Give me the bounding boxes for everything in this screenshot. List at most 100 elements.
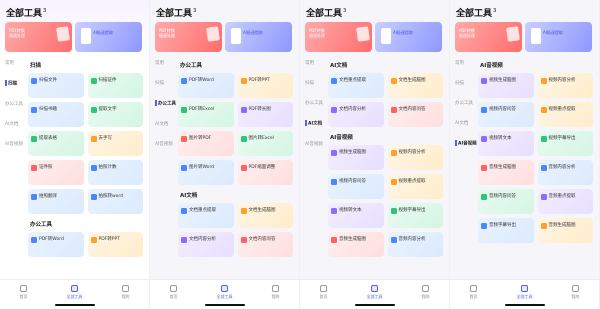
tool-card[interactable]: 音频内容分析 [387,232,443,257]
tab-0[interactable]: 首页 [20,285,28,300]
tab-2[interactable]: 我的 [422,285,430,300]
sidebar-item-2[interactable]: 办公工具 [300,100,326,106]
tool-card[interactable]: 音频内容分析 [537,160,593,185]
sidebar-item-0[interactable]: 常用 [450,60,476,66]
sidebar-item-3[interactable]: AI文档 [300,120,326,127]
tool-card[interactable]: PDF转Excel [178,102,234,127]
promo-banner-2[interactable]: AI极速提取 [525,22,592,52]
tab-0[interactable]: 首页 [170,285,178,300]
tool-card[interactable]: PDF转Word [28,232,84,257]
tab-2[interactable]: 我的 [572,285,580,300]
sidebar: 常用扫描办公工具 AI文档 AI音视频 [150,60,176,161]
tool-card[interactable]: 视频重点提取 [537,102,593,127]
sidebar-item-4[interactable]: AI音视频 [450,140,477,147]
sidebar-item-1[interactable]: 扫描 [300,80,326,86]
sidebar-item-0[interactable]: 常用 [150,60,176,66]
tool-card[interactable]: 去手写 [87,131,143,156]
tool-card[interactable]: 文档重点提取 [328,73,384,98]
tab-1[interactable]: 全部工具 [217,285,233,300]
tool-card[interactable]: 拍照翻译 [28,189,84,214]
tool-label: 文档重点提取 [189,208,216,213]
tool-card[interactable]: 扫描书籍 [28,102,84,127]
tool-card[interactable]: 视频字幕导出 [387,203,443,228]
tool-card[interactable]: 视频重点提取 [387,174,443,199]
tool-card[interactable]: 视频生成脑图 [478,73,534,98]
tool-card[interactable]: 扫描证件 [87,73,143,98]
tab-1[interactable]: 全部工具 [367,285,383,300]
promo-banner-1[interactable]: PDF转换 极速处理 [305,22,372,52]
tool-label: 音频字幕导出 [489,223,516,228]
tool-icon [90,194,97,200]
tool-card[interactable]: 文档内容问答 [387,102,443,127]
tool-card[interactable]: 视频内容问答 [478,102,534,127]
sidebar-item-3[interactable]: AI文档 [0,121,26,127]
tool-card[interactable]: 文档内容分析 [328,102,384,127]
tab-1[interactable]: 全部工具 [517,285,533,300]
promo-banner-2[interactable]: AI极速提取 [225,22,292,52]
tool-icon [240,237,247,243]
sidebar-item-2[interactable]: 办公工具 [150,100,176,107]
tool-card[interactable]: PDF缩面调整 [237,160,293,185]
tool-card[interactable]: 视频内容问答 [328,174,384,199]
tool-card[interactable]: 图片转Word [178,160,234,185]
tool-card[interactable]: 音频字幕导出 [478,218,534,243]
tool-icon [540,165,547,171]
tool-card[interactable]: PDF转Word [178,73,234,98]
promo-banner-1[interactable]: PDF转换 极速处理 [155,22,222,52]
sidebar-item-3[interactable]: AI文档 [450,120,476,126]
promo-banner-2[interactable]: AI极速提取 [75,22,142,52]
promo-banner-1[interactable]: PDF转换 极速处理 [455,22,522,52]
tool-label: 扫描书籍 [39,107,57,112]
tab-2[interactable]: 我的 [272,285,280,300]
tool-card[interactable]: 图片转Excel [237,131,293,156]
sidebar-item-3[interactable]: AI文档 [150,121,176,127]
tool-card[interactable]: 视频字幕导出 [537,131,593,156]
tab-2[interactable]: 我的 [122,285,130,300]
tool-card[interactable]: 提取表格 [28,131,84,156]
tool-card[interactable]: 音频生成脑图 [478,160,534,185]
tool-card[interactable]: 文档内容分析 [178,232,234,257]
tool-card[interactable]: 视频内容分析 [537,73,593,98]
tool-label: 视频重点提取 [548,107,576,112]
tool-card[interactable]: 视频转文本 [478,131,534,156]
tool-card[interactable]: 图片转PDF [178,131,234,156]
tool-card[interactable]: 文档重点提取 [178,203,234,228]
sidebar-item-1[interactable]: 扫描 [450,80,476,86]
tool-label: 文档内容分析 [339,107,366,112]
sidebar-item-4[interactable]: AI音视频 [0,141,26,147]
tool-card[interactable]: PDF转PPT [237,73,293,98]
tool-card[interactable]: 提取文字 [87,102,143,127]
tool-card[interactable]: 拍照计数 [87,160,143,185]
sidebar-item-1[interactable]: 扫描 [0,80,26,87]
tool-card[interactable]: 拍照转word [87,189,143,214]
sidebar-item-2[interactable]: 办公工具 [450,100,476,106]
promo-document-icon [231,28,241,44]
promo-illustration [356,26,370,42]
tool-card[interactable]: 音频生成脑图 [537,218,593,243]
sidebar-item-0[interactable]: 常用 [300,60,326,66]
sidebar-item-0[interactable]: 常用 [0,60,26,66]
sidebar-item-4[interactable]: AI音视频 [150,141,176,147]
tab-0[interactable]: 首页 [320,285,328,300]
sidebar-item-1[interactable]: 扫描 [150,80,176,86]
tool-card[interactable]: 视频内容分析 [387,145,443,170]
promo-banner-1[interactable]: PDF转换 极速处理 [5,22,72,52]
tool-card[interactable]: PDF转PPT [87,232,143,257]
tool-card[interactable]: 文档生成脑图 [387,73,443,98]
tool-card[interactable]: 文档内容问答 [237,232,293,257]
tool-card[interactable]: 证件照 [28,160,84,185]
tool-card[interactable]: 音频重点提取 [537,189,593,214]
tool-card[interactable]: 音频生成脑图 [328,232,384,257]
promo-banner-2[interactable]: AI极速提取 [375,22,442,52]
section-title: 办公工具 [180,63,203,69]
tool-card[interactable]: 视频生成脑图 [328,145,384,170]
tab-1[interactable]: 全部工具 [67,285,83,300]
tool-card[interactable]: 扫描文件 [28,73,84,98]
tool-card[interactable]: 视频转文本 [328,203,384,228]
sidebar-item-2[interactable]: 办公工具 [0,101,26,107]
sidebar-item-4[interactable]: AI音视频 [300,141,326,147]
tool-card[interactable]: 文档生成脑图 [237,203,293,228]
tool-card[interactable]: 音频内容问答 [478,189,534,214]
tool-card[interactable]: PDF转长图 [237,102,293,127]
tab-0[interactable]: 首页 [470,285,478,300]
